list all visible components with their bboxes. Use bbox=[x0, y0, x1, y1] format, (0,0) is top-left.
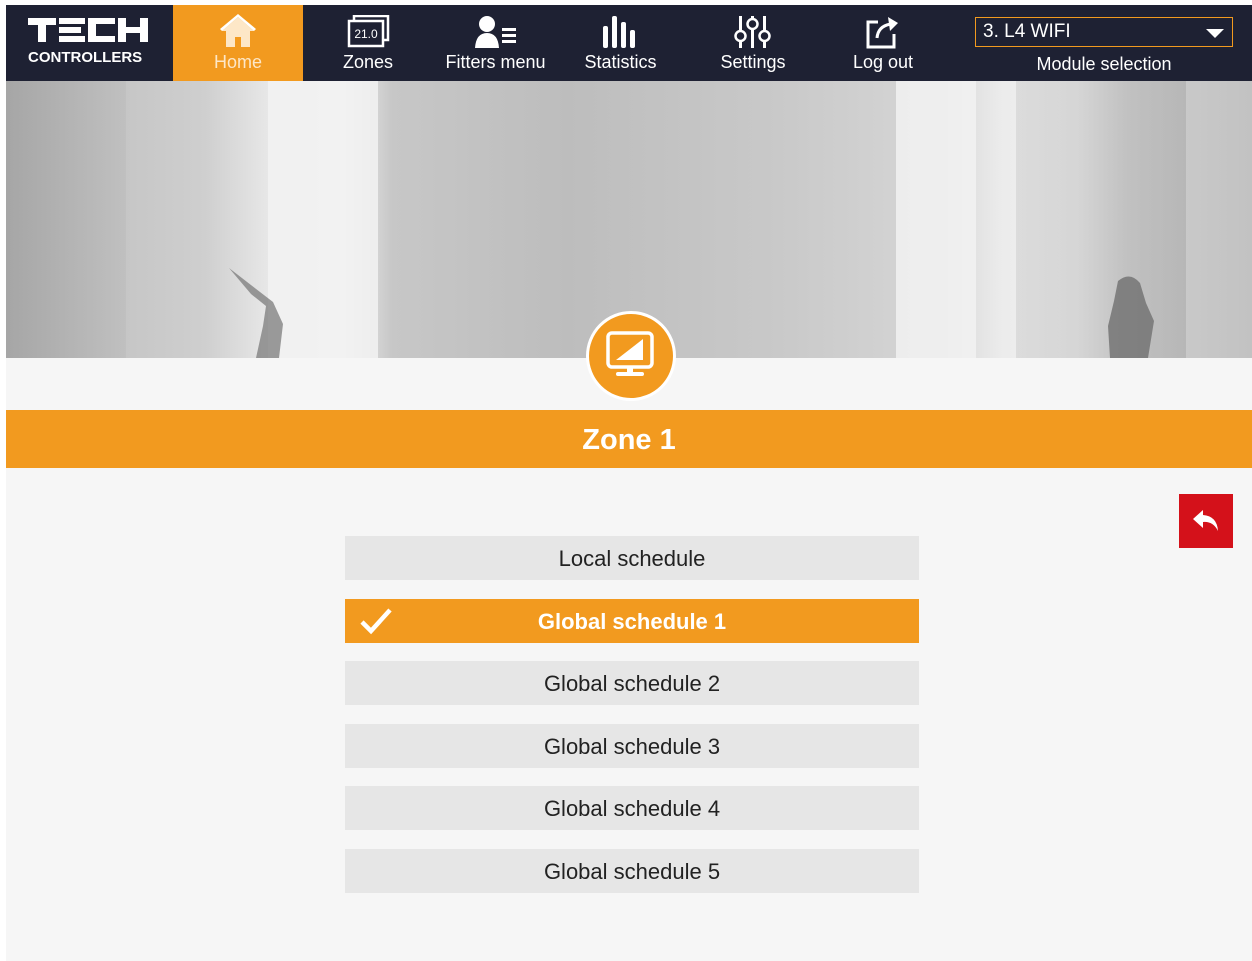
zones-icon-text: 21.0 bbox=[354, 27, 378, 41]
schedule-label: Global schedule 3 bbox=[543, 734, 721, 759]
schedule-label: Global schedule 4 bbox=[543, 796, 721, 821]
schedule-label: Global schedule 1 bbox=[537, 609, 727, 634]
nav-home[interactable]: Home bbox=[173, 5, 303, 81]
nav-fitters-menu[interactable]: Fitters menu bbox=[433, 5, 558, 81]
back-button[interactable] bbox=[1179, 494, 1233, 548]
schedule-label: Global schedule 5 bbox=[543, 859, 721, 884]
fitter-user-icon bbox=[474, 16, 516, 48]
schedule-option-global-1[interactable]: Global schedule 1 bbox=[345, 599, 919, 643]
module-select[interactable]: 3. L4 WIFI bbox=[975, 17, 1233, 47]
nav-zones[interactable]: 21.0 Zones bbox=[303, 5, 433, 81]
zones-thermostat-icon: 21.0 bbox=[347, 15, 390, 48]
nav-label-settings: Settings bbox=[720, 52, 786, 72]
nav-label-zones: Zones bbox=[342, 52, 394, 72]
schedule-option-global-4[interactable]: Global schedule 4 bbox=[345, 786, 919, 830]
hero-silhouette-left bbox=[229, 268, 283, 358]
schedule-label: Global schedule 2 bbox=[543, 671, 721, 696]
nav-label-home: Home bbox=[213, 52, 262, 72]
schedule-option-global-3[interactable]: Global schedule 3 bbox=[345, 724, 919, 768]
settings-sliders-icon bbox=[734, 16, 771, 48]
monitor-icon bbox=[606, 331, 654, 376]
zone-title: Zone 1 bbox=[6, 410, 1252, 468]
statistics-bars-icon bbox=[602, 16, 635, 48]
brand-logo[interactable]: CONTROLLERS bbox=[6, 5, 173, 81]
nav-statistics[interactable]: Statistics bbox=[558, 5, 683, 81]
checkmark-icon bbox=[360, 608, 392, 635]
schedule-option-local[interactable]: Local schedule bbox=[345, 536, 919, 580]
top-navigation-bar: CONTROLLERS Home 21.0 Zones Fitters menu… bbox=[6, 5, 1252, 81]
schedule-label: Local schedule bbox=[558, 546, 706, 571]
nav-log-out[interactable]: Log out bbox=[823, 5, 943, 81]
chevron-down-icon[interactable] bbox=[1206, 29, 1224, 38]
zone-monitor-badge bbox=[586, 311, 676, 401]
nav-label-fitters-menu: Fitters menu bbox=[445, 52, 546, 72]
home-icon bbox=[220, 14, 256, 47]
module-selection-label: Module selection bbox=[1036, 54, 1172, 74]
schedule-option-global-5[interactable]: Global schedule 5 bbox=[345, 849, 919, 893]
logout-icon bbox=[866, 17, 898, 49]
nav-settings[interactable]: Settings bbox=[683, 5, 823, 81]
hero-silhouette-right bbox=[1108, 276, 1154, 358]
app-frame: CONTROLLERS Home 21.0 Zones Fitters menu… bbox=[6, 5, 1252, 961]
module-select-value: 3. L4 WIFI bbox=[983, 21, 1071, 42]
brand-subtitle: CONTROLLERS bbox=[28, 49, 143, 66]
back-arrow-icon bbox=[1193, 510, 1218, 531]
nav-label-statistics: Statistics bbox=[584, 52, 657, 72]
schedule-option-global-2[interactable]: Global schedule 2 bbox=[345, 661, 919, 705]
tech-logo-icon bbox=[28, 18, 148, 42]
nav-label-log-out: Log out bbox=[852, 52, 914, 72]
